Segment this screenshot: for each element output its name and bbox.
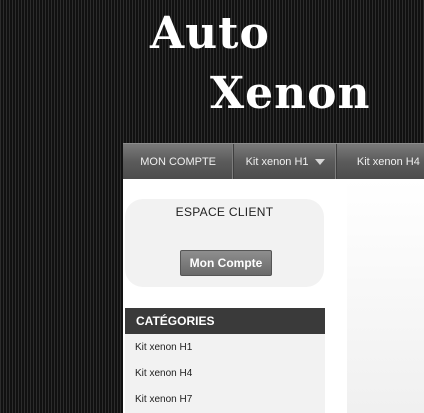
category-item-label: Kit xenon H1 (135, 341, 193, 353)
category-item-kit-xenon-h7[interactable]: Kit xenon H7 (125, 386, 325, 412)
nav-kit-xenon-h1[interactable]: Kit xenon H1 (234, 144, 337, 179)
logo-xenon[interactable]: Xenon (210, 72, 370, 116)
main-panel (347, 179, 424, 413)
categories-header: CATÉGORIES (125, 308, 325, 334)
mon-compte-button[interactable]: Mon Compte (180, 250, 272, 276)
category-item-label: Kit xenon H7 (135, 393, 193, 405)
nav-kit-xenon-h4-label: Kit xenon H4 (356, 155, 420, 168)
page-content: ESPACE CLIENT Mon Compte CATÉGORIES Kit … (123, 179, 424, 413)
nav-mon-compte-label: MON COMPTE (140, 155, 217, 168)
espace-client-title: ESPACE CLIENT (175, 205, 274, 219)
category-item-kit-xenon-h4[interactable]: Kit xenon H4 (125, 360, 325, 386)
categories-title: CATÉGORIES (136, 314, 215, 328)
logo-auto[interactable]: Auto (150, 12, 270, 56)
nav-mon-compte[interactable]: MON COMPTE (123, 144, 235, 179)
nav-kit-xenon-h1-label: Kit xenon H1 (245, 155, 309, 168)
chevron-down-icon[interactable] (314, 158, 325, 165)
top-navigation: MON COMPTE Kit xenon H1 Kit xenon H4 (123, 143, 424, 180)
category-item-label: Kit xenon H4 (135, 367, 193, 379)
category-item-kit-xenon-h1[interactable]: Kit xenon H1 (125, 334, 325, 360)
nav-kit-xenon-h4[interactable]: Kit xenon H4 (337, 144, 424, 179)
espace-client-box: ESPACE CLIENT Mon Compte (125, 199, 324, 287)
categories-list: Kit xenon H1 Kit xenon H4 Kit xenon H7 (125, 334, 325, 413)
